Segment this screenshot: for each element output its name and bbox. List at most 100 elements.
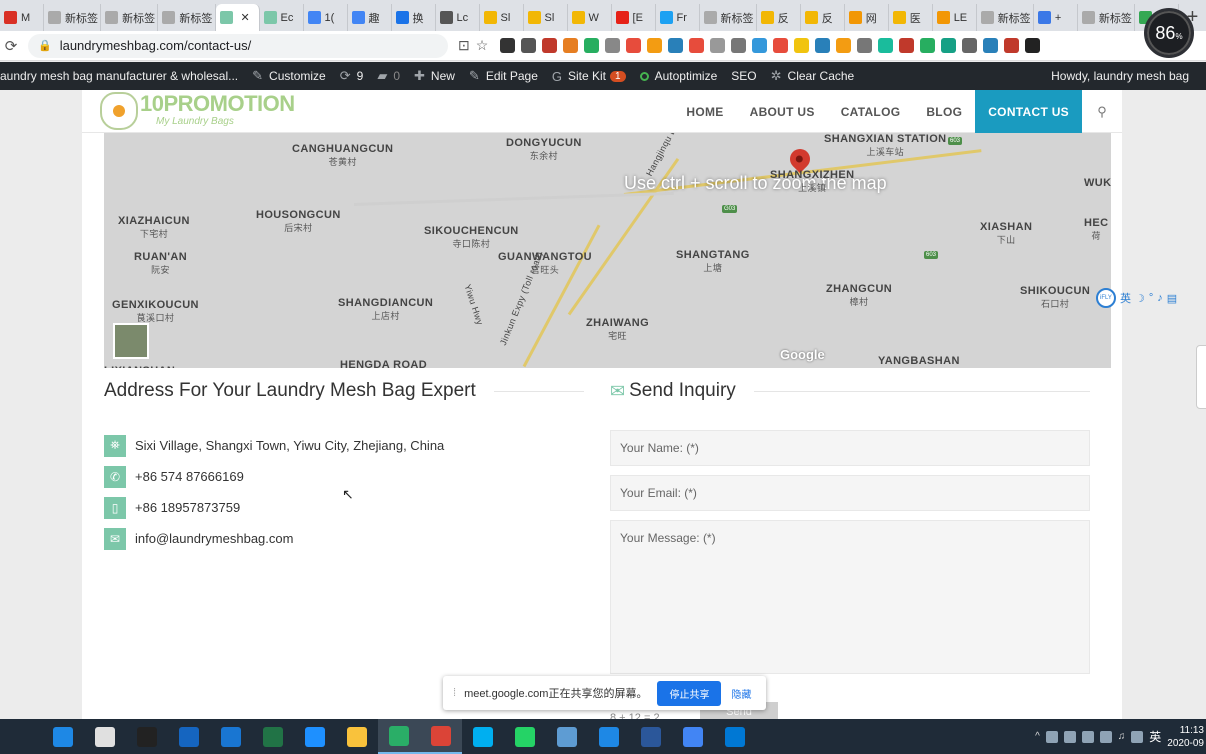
wp-seo[interactable]: SEO (731, 69, 756, 83)
site-logo[interactable]: 10PROMOTION My Laundry Bags (100, 92, 295, 130)
contact-mobile-text[interactable]: +86 18957873759 (135, 500, 240, 515)
drag-handle-icon[interactable]: ⁞ (453, 687, 456, 699)
browser-tab[interactable]: 1( (304, 4, 348, 31)
browser-tab[interactable]: 新标签 (101, 4, 159, 31)
browser-tab[interactable]: Lc (436, 4, 480, 31)
ime-language[interactable]: 英 (1120, 290, 1131, 306)
tray-icon[interactable] (1063, 730, 1076, 743)
extension-icon[interactable] (836, 38, 852, 53)
extension-icon[interactable] (773, 38, 789, 53)
wp-updates[interactable]: ⟳ 9 (340, 68, 364, 84)
close-tab-icon[interactable]: ✕ (241, 11, 250, 24)
wp-clear-cache[interactable]: ✲ Clear Cache (771, 68, 855, 84)
hide-button[interactable]: 隐藏 (731, 686, 751, 701)
taskbar-qq-icon[interactable] (126, 719, 168, 754)
taskbar-mail-icon[interactable] (168, 719, 210, 754)
mic-icon[interactable]: ♪ (1157, 292, 1163, 304)
extension-icon[interactable] (542, 38, 558, 53)
browser-tab[interactable]: ✕ (215, 4, 260, 31)
wp-customize[interactable]: ✎ Customize (252, 68, 326, 84)
clock[interactable]: 11:13 2020-09 (1167, 724, 1204, 750)
taskbar-whatsapp-icon[interactable] (504, 719, 546, 754)
extension-icon[interactable] (920, 38, 936, 53)
search-icon[interactable]: ⚲ (1082, 104, 1122, 120)
browser-tab[interactable]: W (568, 4, 612, 31)
extension-icon[interactable] (794, 38, 810, 53)
extension-icon[interactable] (983, 38, 999, 53)
wp-howdy[interactable]: Howdy, laundry mesh bag (1051, 69, 1189, 83)
name-field[interactable]: Your Name: (*) (610, 430, 1090, 466)
browser-tab[interactable]: 新标签 (977, 4, 1034, 31)
browser-tab[interactable]: 反 (801, 4, 845, 31)
browser-tab[interactable]: 反 (757, 4, 801, 31)
browser-tab[interactable]: 新标签 (44, 4, 102, 31)
browser-tab[interactable]: 网 (845, 4, 889, 31)
punctuation-icon[interactable]: ° (1149, 292, 1153, 304)
extension-icon[interactable] (563, 38, 579, 53)
extension-icon[interactable] (878, 38, 894, 53)
wp-comments[interactable]: ▰ 0 (377, 68, 400, 84)
browser-tab[interactable]: Ec (260, 4, 304, 31)
nav-home[interactable]: HOME (673, 90, 736, 133)
extension-icon[interactable] (752, 38, 768, 53)
taskbar-browser-icon[interactable] (588, 719, 630, 754)
nav-contact-us[interactable]: CONTACT US (975, 90, 1082, 133)
browser-tab[interactable]: 新标签 (1078, 4, 1136, 31)
tray-icon[interactable] (1045, 730, 1058, 743)
nav-blog[interactable]: BLOG (913, 90, 975, 133)
moon-icon[interactable]: ☽ (1135, 292, 1145, 305)
browser-tab[interactable]: LE (933, 4, 977, 31)
side-widget[interactable] (1196, 345, 1206, 409)
extension-icon[interactable] (1004, 38, 1020, 53)
browser-tab[interactable]: Fr (656, 4, 700, 31)
extension-icon[interactable] (647, 38, 663, 53)
network-icon[interactable] (1131, 730, 1144, 743)
taskbar-wechat-icon[interactable] (378, 719, 420, 754)
extension-icon[interactable] (605, 38, 621, 53)
volume-icon[interactable]: ♫ (1118, 731, 1126, 742)
taskbar-notes-icon[interactable] (546, 719, 588, 754)
lock-icon[interactable]: 🔒 (38, 39, 52, 52)
contact-phone-text[interactable]: +86 574 87666169 (135, 469, 244, 484)
tray-icon[interactable] (1099, 730, 1112, 743)
browser-tab[interactable]: 换 (392, 4, 436, 31)
ifly-input-toolbar[interactable]: iFLY 英 ☽ ° ♪ ▤ (1096, 288, 1177, 308)
extension-icon[interactable] (710, 38, 726, 53)
contact-email-text[interactable]: info@laundrymeshbag.com (135, 531, 293, 546)
stop-sharing-button[interactable]: 停止共享 (657, 680, 722, 706)
bookmark-star-icon[interactable]: ☆ (476, 37, 489, 54)
extension-icon[interactable] (500, 38, 516, 53)
tray-icon[interactable] (1081, 730, 1094, 743)
browser-tab[interactable]: 新标签 (158, 4, 216, 31)
email-field[interactable]: Your Email: (*) (610, 475, 1090, 511)
wp-edit-page[interactable]: ✎ Edit Page (469, 68, 538, 84)
wp-new[interactable]: ✚ New (414, 68, 455, 84)
taskbar-edge-icon[interactable] (42, 719, 84, 754)
taskbar-outlook-icon[interactable] (714, 719, 756, 754)
performance-gauge[interactable]: 86% (1144, 8, 1194, 58)
extension-icon[interactable] (857, 38, 873, 53)
ime-indicator[interactable]: 英 (1149, 728, 1161, 745)
taskbar-calendar-icon[interactable] (210, 719, 252, 754)
browser-tab[interactable]: M (0, 4, 44, 31)
google-map[interactable]: 603 G03 603 Use ctrl + scroll to zoom th… (104, 133, 1111, 368)
extension-icon[interactable] (731, 38, 747, 53)
browser-tab[interactable]: + (1034, 4, 1078, 31)
taskbar-ie-icon[interactable] (294, 719, 336, 754)
browser-tab[interactable]: 趣 (348, 4, 392, 31)
browser-tab[interactable]: 医 (889, 4, 933, 31)
nav-catalog[interactable]: CATALOG (828, 90, 914, 133)
extension-icon[interactable] (941, 38, 957, 53)
taskbar-chrome-icon[interactable] (420, 719, 462, 754)
extension-icon[interactable] (668, 38, 684, 53)
satellite-toggle[interactable] (113, 323, 149, 359)
extension-icon[interactable] (689, 38, 705, 53)
browser-tab[interactable]: Sl (524, 4, 568, 31)
wp-site-kit[interactable]: G Site Kit 1 (552, 69, 626, 84)
translate-icon[interactable]: ⊡ (458, 37, 470, 54)
message-field[interactable]: Your Message: (*) (610, 520, 1090, 674)
browser-tab[interactable]: Sl (480, 4, 524, 31)
taskbar-store-icon[interactable] (84, 719, 126, 754)
taskbar-explorer-icon[interactable] (336, 719, 378, 754)
nav-about-us[interactable]: ABOUT US (737, 90, 828, 133)
